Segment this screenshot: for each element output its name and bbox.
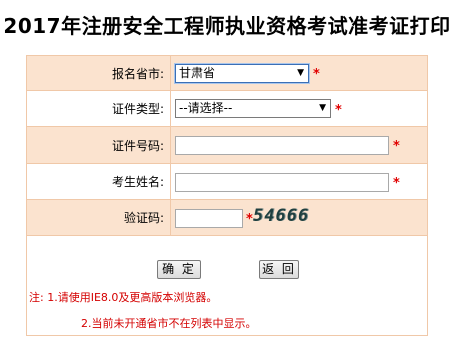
id-number-input[interactable]: [175, 136, 389, 155]
required-marker: *: [393, 176, 400, 191]
province-select[interactable]: 甘肃省 ▼: [175, 64, 309, 83]
chevron-down-icon: ▼: [297, 68, 304, 78]
id-type-select[interactable]: --请选择-- ▼: [175, 99, 331, 118]
id-type-row: 证件类型: --请选择-- ▼ *: [27, 91, 427, 127]
note-line-2: 2.当前未开通省市不在列表中显示。: [81, 317, 257, 330]
province-select-value: 甘肃省: [179, 66, 216, 80]
captcha-image[interactable]: 54666: [253, 204, 313, 228]
province-label: 报名省市:: [27, 56, 171, 90]
id-type-select-value: --请选择--: [179, 101, 233, 115]
name-input[interactable]: [175, 173, 389, 192]
required-marker: *: [313, 67, 320, 82]
captcha-label: 验证码:: [27, 200, 171, 235]
name-label: 考生姓名:: [27, 164, 171, 199]
back-button[interactable]: 返 回: [259, 260, 299, 279]
name-row: 考生姓名: *: [27, 164, 427, 200]
id-number-label: 证件号码:: [27, 127, 171, 163]
confirm-button[interactable]: 确 定: [157, 260, 201, 279]
province-row: 报名省市: 甘肃省 ▼ *: [27, 56, 427, 91]
exam-ticket-form: 报名省市: 甘肃省 ▼ * 证件类型: --请选择-- ▼ * 证件号码: * …: [26, 55, 428, 336]
required-marker: *: [246, 212, 253, 227]
note-line-1: 注: 1.请使用IE8.0及更高版本浏览器。: [29, 291, 218, 304]
required-marker: *: [335, 103, 342, 118]
chevron-down-icon: ▼: [319, 103, 326, 113]
captcha-input[interactable]: [175, 209, 243, 228]
actions-row: 确 定 返 回 注: 1.请使用IE8.0及更高版本浏览器。 2.当前未开通省市…: [27, 236, 427, 335]
required-marker: *: [393, 139, 400, 154]
page-title: 2017年注册安全工程师执业资格考试准考证打印: [3, 14, 451, 38]
captcha-row: 验证码: * 54666: [27, 200, 427, 236]
id-type-label: 证件类型:: [27, 91, 171, 126]
id-number-row: 证件号码: *: [27, 127, 427, 164]
